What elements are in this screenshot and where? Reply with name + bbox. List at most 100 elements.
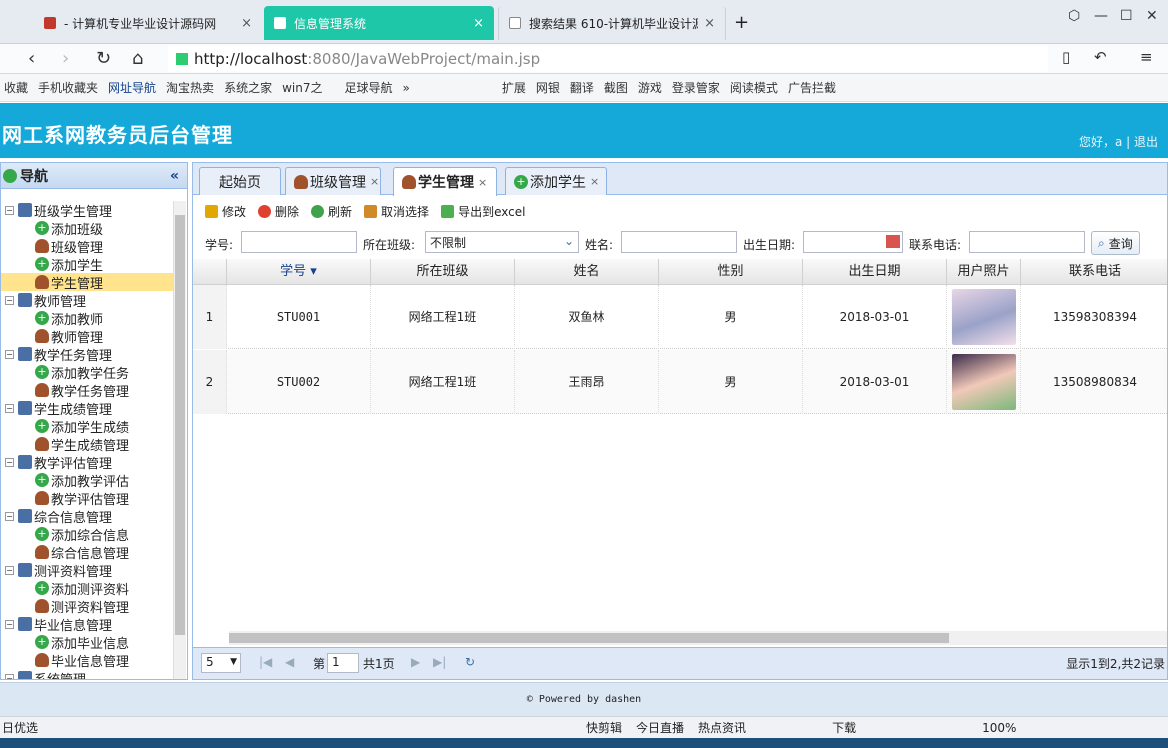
skin-icon[interactable]: ⬡ <box>1068 8 1080 24</box>
name-input[interactable] <box>621 231 737 253</box>
tree-item[interactable]: 测评资料管理 <box>1 597 173 616</box>
bookmark-item[interactable]: 网址导航 <box>108 79 156 96</box>
close-tab-icon[interactable]: × <box>241 16 252 31</box>
col-header-gender[interactable]: 性别 <box>659 259 803 285</box>
bookmark-item[interactable]: 登录管家 <box>672 79 720 96</box>
back-icon[interactable]: ‹ <box>28 48 35 69</box>
status-item[interactable]: 日优选 <box>2 719 38 736</box>
refresh-icon[interactable]: ↻ <box>96 48 111 69</box>
tree-item[interactable]: 班级管理 <box>1 237 173 256</box>
browser-tab-info-system[interactable]: 信息管理系统 × <box>264 6 494 40</box>
edit-button[interactable]: 修改 <box>205 203 246 220</box>
calendar-icon[interactable] <box>886 235 900 248</box>
user-logout-link[interactable]: 您好，a | 退出 <box>1079 133 1158 150</box>
tree-item[interactable]: + 添加教学评估 <box>1 471 173 490</box>
class-select[interactable]: 不限制 ⌄ <box>425 231 579 253</box>
tree-category[interactable]: − 学生成绩管理 <box>1 399 173 418</box>
browser-tab-source-site[interactable]: - 计算机专业毕业设计源码网 × <box>34 6 262 40</box>
close-window-button[interactable]: ✕ <box>1146 8 1158 24</box>
page-number-input[interactable]: 1 <box>327 653 359 673</box>
status-item[interactable]: 下载 <box>832 719 856 736</box>
collapse-toggle-icon[interactable]: − <box>5 295 14 305</box>
url-input[interactable]: http://localhost:8080/JavaWebProject/mai… <box>168 46 1048 72</box>
tree-category[interactable]: − 教师管理 <box>1 291 173 310</box>
undo-icon[interactable]: ↶ <box>1094 48 1107 66</box>
tree-item[interactable]: 毕业信息管理 <box>1 651 173 670</box>
menu-icon[interactable]: ≡ <box>1140 48 1153 66</box>
tree-item[interactable]: 学生成绩管理 <box>1 435 173 454</box>
tree-item[interactable]: + 添加学生 <box>1 255 173 274</box>
tree-category[interactable]: − 教学评估管理 <box>1 453 173 472</box>
tree-item[interactable]: 学生管理 <box>1 273 173 292</box>
tree-item[interactable]: 教学任务管理 <box>1 381 173 400</box>
collapse-toggle-icon[interactable]: − <box>5 673 14 679</box>
tab-add-student[interactable]: + 添加学生 × <box>505 167 607 195</box>
close-tab-icon[interactable]: × <box>473 16 484 31</box>
tree-category[interactable]: − 教学任务管理 <box>1 345 173 364</box>
collapse-toggle-icon[interactable]: − <box>5 403 14 413</box>
maximize-button[interactable]: ☐ <box>1120 8 1133 24</box>
prev-page-icon[interactable]: ◀ <box>285 655 294 669</box>
collapse-toggle-icon[interactable]: − <box>5 619 14 629</box>
tree-category[interactable]: − 系统管理 <box>1 669 173 679</box>
bookmark-more[interactable]: » <box>402 81 409 95</box>
home-icon[interactable]: ⌂ <box>132 48 143 69</box>
phone-input[interactable] <box>969 231 1085 253</box>
bookmark-item[interactable]: 手机收藏夹 <box>38 79 98 96</box>
status-item[interactable]: 快剪辑 <box>586 719 622 736</box>
collapse-toggle-icon[interactable]: − <box>5 349 14 359</box>
close-tab-icon[interactable]: × <box>704 16 715 31</box>
tree-item[interactable]: + 添加毕业信息 <box>1 633 173 652</box>
status-item[interactable]: 热点资讯 <box>698 719 746 736</box>
bookmark-item[interactable]: 网银 <box>536 79 560 96</box>
tree-item[interactable]: 综合信息管理 <box>1 543 173 562</box>
birth-date-input[interactable] <box>803 231 903 253</box>
tree-item[interactable]: 教学评估管理 <box>1 489 173 508</box>
tab-start-page[interactable]: 起始页 <box>199 167 281 195</box>
collapse-icon[interactable]: « <box>170 168 179 184</box>
bookmark-item[interactable]: 收藏 <box>4 79 28 96</box>
bookmark-item[interactable]: 淘宝热卖 <box>166 79 214 96</box>
close-tab-icon[interactable]: × <box>590 175 599 188</box>
scrollbar-thumb[interactable] <box>229 633 949 643</box>
collapse-toggle-icon[interactable]: − <box>5 511 14 521</box>
new-tab-button[interactable]: + <box>734 12 749 33</box>
delete-button[interactable]: 删除 <box>258 203 299 220</box>
bookmark-item[interactable]: 阅读模式 <box>730 79 778 96</box>
last-page-icon[interactable]: ▶| <box>433 655 446 669</box>
col-header-birth[interactable]: 出生日期 <box>803 259 947 285</box>
table-row[interactable]: 2 STU002 网络工程1班 王雨昂 男 2018-03-01 1350898… <box>193 350 1167 414</box>
page-size-select[interactable]: 5 ▼ <box>201 653 241 673</box>
device-icon[interactable]: ▯ <box>1062 48 1070 66</box>
student-no-input[interactable] <box>241 231 357 253</box>
tree-item[interactable]: + 添加班级 <box>1 219 173 238</box>
col-header-phone[interactable]: 联系电话 <box>1021 259 1167 285</box>
tree-category[interactable]: − 毕业信息管理 <box>1 615 173 634</box>
query-button[interactable]: ⌕ 查询 <box>1091 231 1140 255</box>
tree-item[interactable]: + 添加测评资料 <box>1 579 173 598</box>
bookmark-item[interactable]: 足球导航 <box>344 79 392 96</box>
bookmark-item[interactable]: 系统之家 <box>224 79 272 96</box>
collapse-toggle-icon[interactable]: − <box>5 565 14 575</box>
tree-category[interactable]: − 班级学生管理 <box>1 201 173 220</box>
refresh-button[interactable]: 刷新 <box>311 203 352 220</box>
collapse-toggle-icon[interactable]: − <box>5 457 14 467</box>
zoom-level[interactable]: 100% <box>982 721 1016 735</box>
minimize-button[interactable]: — <box>1094 8 1108 24</box>
scrollbar-thumb[interactable] <box>175 215 185 635</box>
bookmark-item[interactable]: 翻译 <box>570 79 594 96</box>
table-row[interactable]: 1 STU001 网络工程1班 双鱼林 男 2018-03-01 1359830… <box>193 285 1167 349</box>
bookmark-item[interactable]: 截图 <box>604 79 628 96</box>
col-header-student-no[interactable]: 学号 ▾ <box>227 259 371 285</box>
horizontal-scrollbar[interactable] <box>229 631 1167 645</box>
tree-item[interactable]: + 添加综合信息 <box>1 525 173 544</box>
tree-item[interactable]: 教师管理 <box>1 327 173 346</box>
cancel-select-button[interactable]: 取消选择 <box>364 203 429 220</box>
col-header-class[interactable]: 所在班级 <box>371 259 515 285</box>
close-tab-icon[interactable]: × <box>370 175 379 188</box>
bookmark-item[interactable]: 广告拦截 <box>788 79 836 96</box>
next-page-icon[interactable]: ▶ <box>411 655 420 669</box>
forward-icon[interactable]: › <box>62 48 69 69</box>
bookmark-item[interactable]: win7之 <box>282 79 322 96</box>
first-page-icon[interactable]: |◀ <box>259 655 272 669</box>
